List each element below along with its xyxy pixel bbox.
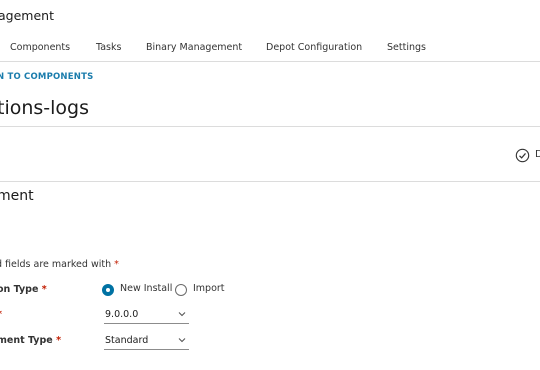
installation-type-label: on Type * bbox=[0, 284, 47, 295]
app-title: agement bbox=[0, 8, 54, 23]
page-title: tions-logs bbox=[0, 97, 90, 119]
section-divider bbox=[0, 181, 540, 182]
required-note-text: d fields are marked with bbox=[0, 259, 112, 270]
version-label: * bbox=[0, 309, 2, 320]
check-circle-icon bbox=[515, 148, 530, 163]
radio-import-label: Import bbox=[193, 283, 225, 294]
radio-dot-icon bbox=[102, 284, 114, 296]
required-fields-note: d fields are marked with * bbox=[0, 259, 119, 270]
deployment-type-select-value: Standard bbox=[105, 335, 149, 346]
chevron-down-icon bbox=[178, 312, 186, 317]
version-select-value: 9.0.0.0 bbox=[105, 309, 139, 320]
version-select[interactable]: 9.0.0.0 bbox=[104, 307, 189, 324]
tab-depot-configuration[interactable]: Depot Configuration bbox=[266, 42, 362, 53]
top-nav-tabs: Components Tasks Binary Management Depot… bbox=[0, 36, 540, 62]
deployment-type-select[interactable]: Standard bbox=[104, 333, 189, 350]
tab-settings[interactable]: Settings bbox=[387, 42, 426, 53]
tab-binary-management[interactable]: Binary Management bbox=[146, 42, 242, 53]
action-label: D bbox=[535, 149, 540, 160]
radio-new-install-label: New Install bbox=[120, 283, 173, 294]
radio-dot-icon bbox=[175, 284, 187, 296]
tab-components[interactable]: Components bbox=[10, 42, 70, 53]
deployment-type-label: ment Type * bbox=[0, 335, 62, 346]
header-divider bbox=[0, 126, 540, 127]
chevron-down-icon bbox=[178, 338, 186, 343]
tab-tasks[interactable]: Tasks bbox=[96, 42, 121, 53]
back-to-components-link[interactable]: N TO COMPONENTS bbox=[0, 72, 93, 82]
section-title: ment bbox=[0, 188, 34, 204]
required-marker: * bbox=[114, 259, 119, 270]
